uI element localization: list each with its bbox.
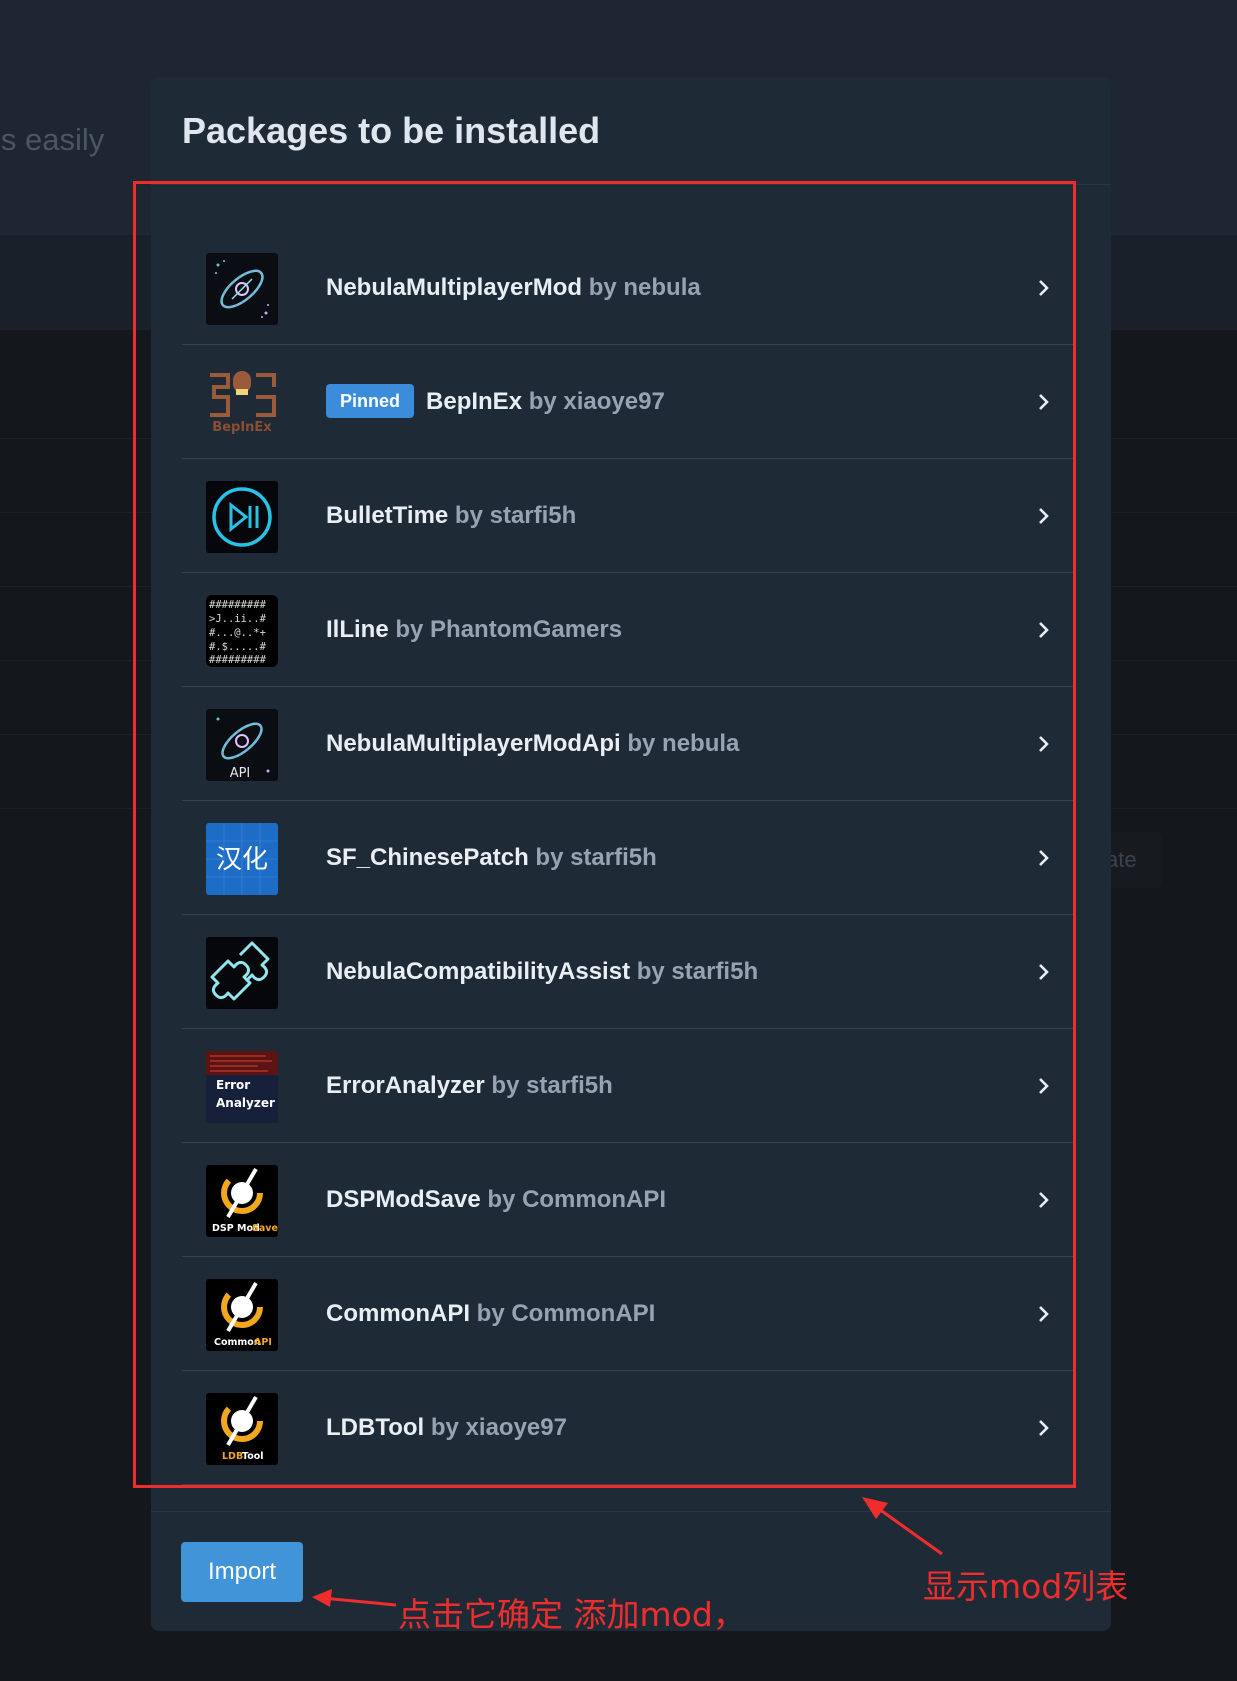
package-author: by starfi5h — [454, 502, 577, 529]
error-analyzer-icon: Error Analyzer — [206, 1051, 278, 1123]
package-name: SF_ChinesePatch — [326, 844, 529, 871]
package-author: by CommonAPI — [476, 1300, 656, 1327]
footer-divider — [151, 1511, 1111, 1512]
bepinex-icon: BepInEx — [206, 367, 278, 439]
svg-text:汉化: 汉化 — [216, 845, 268, 875]
nebula-icon — [206, 253, 278, 325]
package-name: IlLine — [326, 616, 389, 643]
chevron-right-icon — [1039, 850, 1049, 866]
chevron-right-icon — [1039, 394, 1049, 410]
common-api-icon: Common API — [206, 1279, 278, 1351]
puzzle-icon — [206, 937, 278, 1009]
chevron-right-icon — [1039, 280, 1049, 296]
package-name: ErrorAnalyzer — [326, 1072, 485, 1099]
package-row-dspmodsave[interactable]: DSP Mod Save DSPModSave by CommonAPI — [182, 1143, 1075, 1257]
svg-text:LDB: LDB — [222, 1451, 243, 1462]
svg-text:API: API — [230, 766, 251, 781]
package-row-commonapi[interactable]: Common API CommonAPI by CommonAPI — [182, 1257, 1075, 1371]
package-author: by nebula — [627, 730, 740, 757]
svg-text:Error: Error — [216, 1078, 250, 1092]
svg-text:BepInEx: BepInEx — [212, 420, 272, 435]
package-row-bepinex[interactable]: BepInEx Pinned BepInEx by xiaoye97 — [182, 345, 1075, 459]
svg-text:#########: ######### — [209, 654, 267, 666]
package-author: by xiaoye97 — [528, 388, 665, 415]
title-divider — [151, 184, 1111, 185]
chevron-right-icon — [1039, 736, 1049, 752]
svg-text:API: API — [254, 1337, 272, 1348]
pinned-badge: Pinned — [326, 383, 415, 418]
ascii-map-icon: ######### >J..ii..# #...@..*+ #.$.....# … — [206, 595, 278, 667]
package-row-erroranalyzer[interactable]: Error Analyzer ErrorAnalyzer by starfi5h — [182, 1029, 1075, 1143]
annotation-list-label: 显示mod列表 — [923, 1567, 1129, 1606]
import-button[interactable]: Import — [181, 1542, 303, 1602]
package-name: BulletTime — [326, 502, 449, 529]
svg-text:#...@..*+: #...@..*+ — [209, 627, 266, 639]
chevron-right-icon — [1039, 508, 1049, 524]
package-name: LDBTool — [326, 1414, 425, 1441]
svg-text:Analyzer: Analyzer — [216, 1096, 275, 1110]
ldb-tool-icon: LDB Tool — [206, 1393, 278, 1465]
chevron-right-icon — [1039, 1420, 1049, 1436]
package-row-ldbtool[interactable]: LDB Tool LDBTool by xiaoye97 — [182, 1371, 1075, 1485]
chevron-right-icon — [1039, 964, 1049, 980]
package-row-illine[interactable]: ######### >J..ii..# #...@..*+ #.$.....# … — [182, 573, 1075, 687]
package-name: BepInEx — [426, 388, 523, 415]
background-tagline: ls easily — [0, 122, 105, 157]
nebula-api-icon: API — [206, 709, 278, 781]
play-pause-icon — [206, 481, 278, 553]
package-row-nebulamultiplayermod[interactable]: NebulaMultiplayerMod by nebula — [182, 231, 1075, 345]
package-row-sf-chinesepatch[interactable]: 汉化 SF_ChinesePatch by starfi5h — [182, 801, 1075, 915]
package-author: by xiaoye97 — [430, 1414, 567, 1441]
svg-text:>J..ii..#: >J..ii..# — [209, 613, 267, 625]
package-name: DSPModSave — [326, 1186, 481, 1213]
package-author: by starfi5h — [535, 844, 657, 871]
chevron-right-icon — [1039, 622, 1049, 638]
chevron-right-icon — [1039, 1306, 1049, 1322]
chevron-right-icon — [1039, 1078, 1049, 1094]
svg-text:#.$.....#: #.$.....# — [209, 641, 267, 653]
package-author: by starfi5h — [491, 1072, 613, 1099]
svg-text:Save: Save — [252, 1223, 278, 1234]
package-author: by starfi5h — [636, 958, 759, 985]
package-author: by PhantomGamers — [395, 616, 623, 643]
annotation-button-label: 点击它确定 添加mod， — [398, 1595, 746, 1634]
packages-modal: Packages to be installed NebulaMultiplay… — [151, 77, 1111, 1631]
package-list: NebulaMultiplayerMod by nebula BepInEx P… — [182, 231, 1075, 1485]
package-row-bullettime[interactable]: BulletTime by starfi5h — [182, 459, 1075, 573]
package-row-nebulamultiplayermodapi[interactable]: API NebulaMultiplayerModApi by nebula — [182, 687, 1075, 801]
chevron-right-icon — [1039, 1192, 1049, 1208]
chinese-patch-icon: 汉化 — [206, 823, 278, 895]
svg-text:#########: ######### — [209, 599, 267, 611]
package-name: NebulaMultiplayerMod — [326, 274, 583, 301]
package-author: by nebula — [588, 274, 701, 301]
package-name: CommonAPI — [326, 1300, 470, 1327]
package-name: NebulaCompatibilityAssist — [326, 958, 631, 985]
modal-title: Packages to be installed — [182, 110, 601, 151]
svg-text:Tool: Tool — [242, 1451, 264, 1462]
dsp-mod-save-icon: DSP Mod Save — [206, 1165, 278, 1237]
package-name: NebulaMultiplayerModApi — [326, 730, 621, 757]
package-row-nebulacompatibilityassist[interactable]: NebulaCompatibilityAssist by starfi5h — [182, 915, 1075, 1029]
package-author: by CommonAPI — [487, 1186, 667, 1213]
